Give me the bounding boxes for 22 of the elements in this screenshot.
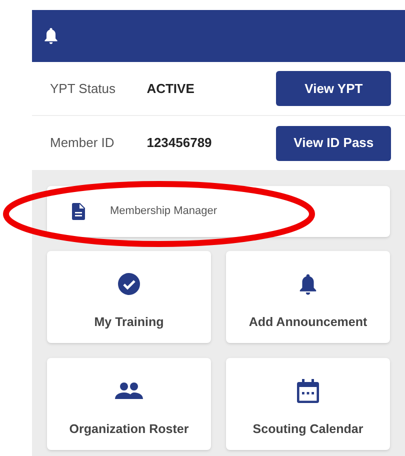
shortcut-tile[interactable]: Scouting Calendar [226, 358, 390, 450]
document-icon [72, 203, 85, 220]
field-value: 123456789 [146, 134, 213, 152]
tile-label: Organization Roster [69, 421, 189, 438]
field-label: Member ID [50, 134, 116, 152]
shortcut-label: Membership Manager [110, 204, 217, 220]
field-value: ACTIVE [146, 80, 196, 98]
shortcut-tile[interactable]: Add Announcement [226, 251, 390, 343]
tile-label: Scouting Calendar [252, 421, 364, 438]
check-circle-icon [118, 273, 140, 295]
view-button[interactable]: View YPT [276, 71, 391, 106]
calendar-icon [297, 379, 319, 403]
shortcut-tile[interactable]: Organization Roster [47, 358, 211, 450]
tile-label: Add Announcement [248, 314, 368, 331]
bell-icon[interactable] [44, 28, 58, 44]
people-icon [115, 382, 143, 400]
bell-icon [299, 274, 317, 294]
view-button[interactable]: View ID Pass [276, 126, 391, 160]
membership-manager-card[interactable]: Membership Manager [47, 186, 390, 237]
field-label: YPT Status [50, 80, 117, 98]
shortcut-tile[interactable]: My Training [47, 251, 211, 343]
tile-label: My Training [94, 314, 164, 331]
